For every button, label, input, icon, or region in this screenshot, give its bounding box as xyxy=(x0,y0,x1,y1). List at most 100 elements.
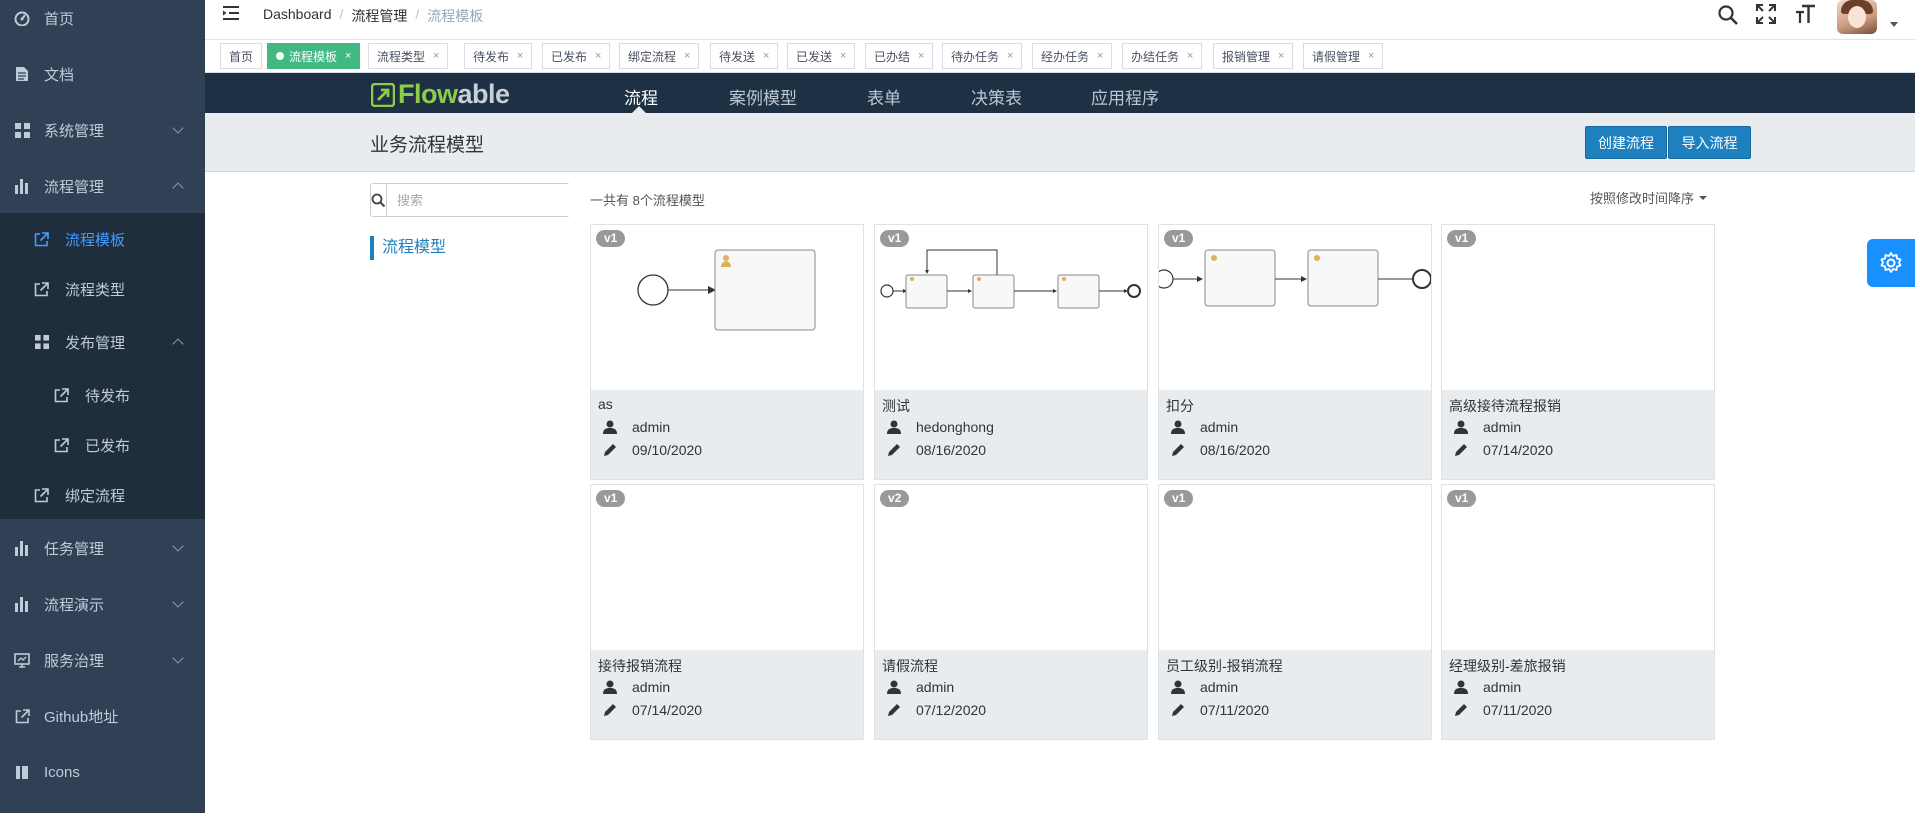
tag-label: 流程模板 xyxy=(289,49,338,64)
model-card[interactable]: v1 员工级别-报销流程 admin 07/11/2020 xyxy=(1158,484,1432,740)
sidebar-item-service-gov[interactable]: 服务治理 xyxy=(0,632,205,688)
breadcrumb-current: 流程模板 xyxy=(427,8,484,24)
sidebar-item-github[interactable]: Github地址 xyxy=(0,688,205,744)
sidebar-item-home[interactable]: 首页 xyxy=(0,0,205,46)
model-user: admin xyxy=(632,679,671,695)
close-icon[interactable]: × xyxy=(918,50,924,62)
close-icon[interactable]: × xyxy=(840,50,846,62)
tag-to-send[interactable]: 待发送 × xyxy=(710,43,779,69)
flowable-nav-forms[interactable]: 表单 xyxy=(867,84,901,109)
sidebar-item-pending-publish[interactable]: 待发布 xyxy=(0,369,205,421)
close-icon[interactable]: × xyxy=(763,50,769,62)
search-input[interactable] xyxy=(387,184,573,216)
search-icon[interactable] xyxy=(1717,4,1739,26)
sidebar-item-label: 已发布 xyxy=(85,437,131,455)
tag-label: 绑定流程 xyxy=(628,49,677,64)
version-badge: v1 xyxy=(1447,490,1477,507)
tag-handled-tasks[interactable]: 经办任务 × xyxy=(1032,43,1113,69)
fullscreen-icon[interactable] xyxy=(1756,4,1776,24)
sidebar-item-icons[interactable]: Icons xyxy=(0,744,205,800)
filter-process-models[interactable]: 流程模型 xyxy=(370,236,446,260)
model-card[interactable]: v1 扣分 admin 08/16/2020 xyxy=(1158,224,1432,480)
model-modified: 07/14/2020 xyxy=(602,702,702,718)
sidebar-item-flow-type[interactable]: 流程类型 xyxy=(0,263,205,315)
external-link-icon xyxy=(33,281,50,298)
tag-todo-tasks[interactable]: 待办任务 × xyxy=(942,43,1023,69)
model-owner: hedonghong xyxy=(886,419,994,435)
flowable-logo[interactable]: Flowable xyxy=(371,79,510,110)
model-card[interactable]: v1 高级接待流程报销 admin 07/14/2020 xyxy=(1441,224,1715,480)
sidebar-item-bind-flow[interactable]: 绑定流程 xyxy=(0,469,205,521)
model-card[interactable]: v1 经理级别-差旅报销 admin 07/11/2020 xyxy=(1441,484,1715,740)
model-user: admin xyxy=(1483,679,1522,695)
sidebar-item-label: 流程演示 xyxy=(44,596,105,614)
avatar[interactable] xyxy=(1837,0,1877,34)
flowable-nav-case-model[interactable]: 案例模型 xyxy=(729,84,797,109)
close-icon[interactable]: × xyxy=(1097,50,1103,62)
model-card[interactable]: v1 as admin 09/10/2020 xyxy=(590,224,864,480)
caret-down-icon[interactable] xyxy=(1890,22,1898,27)
tag-home[interactable]: 首页 xyxy=(220,43,263,69)
sidebar-item-publish-mgmt[interactable]: 发布管理 xyxy=(0,316,205,368)
bar-chart-icon xyxy=(13,177,31,195)
close-icon[interactable]: × xyxy=(1187,50,1193,62)
close-icon[interactable]: × xyxy=(595,50,601,62)
model-owner: admin xyxy=(602,419,670,435)
close-icon[interactable]: × xyxy=(345,50,351,62)
page-header: 业务流程模型 创建流程 导入流程 xyxy=(205,113,1915,172)
tag-bind-flow[interactable]: 绑定流程 × xyxy=(619,43,700,69)
close-icon[interactable]: × xyxy=(1007,50,1013,62)
search-box xyxy=(370,183,573,217)
pencil-icon xyxy=(602,702,618,718)
import-flow-button[interactable]: 导入流程 xyxy=(1668,126,1751,159)
tag-done-tasks[interactable]: 办结任务 × xyxy=(1122,43,1203,69)
sidebar-item-flow-template[interactable]: 流程模板 xyxy=(0,213,205,265)
pencil-icon xyxy=(1170,702,1186,718)
model-modified: 07/11/2020 xyxy=(1453,702,1552,718)
model-card[interactable]: v1 接待报销流程 admin 07/14/2020 xyxy=(590,484,864,740)
tag-leave-mgmt[interactable]: 请假管理 × xyxy=(1303,43,1384,69)
sidebar-item-published[interactable]: 已发布 xyxy=(0,419,205,471)
user-icon xyxy=(1453,679,1469,695)
model-card[interactable]: v1 测试 hedonghong 08/16/2020 xyxy=(874,224,1148,480)
hamburger-icon[interactable] xyxy=(222,5,240,21)
breadcrumb-item[interactable]: Dashboard xyxy=(263,6,332,26)
flowable-nav-apps[interactable]: 应用程序 xyxy=(1091,84,1159,109)
pencil-icon xyxy=(1453,702,1469,718)
sidebar-item-flow-mgmt[interactable]: 流程管理 xyxy=(0,158,205,214)
external-link-icon xyxy=(33,231,50,248)
sidebar-item-docs[interactable]: 文档 xyxy=(0,46,205,102)
tag-reimburse-mgmt[interactable]: 报销管理 × xyxy=(1213,43,1294,69)
sidebar-item-task-mgmt[interactable]: 任务管理 xyxy=(0,520,205,576)
tag-sent[interactable]: 已发送 × xyxy=(787,43,856,69)
breadcrumb-item[interactable]: 流程管理 xyxy=(351,6,407,26)
model-name: as xyxy=(598,396,613,412)
model-info: 经理级别-差旅报销 admin 07/11/2020 xyxy=(1442,650,1714,739)
tag-published[interactable]: 已发布 × xyxy=(542,43,611,69)
model-modified: 08/16/2020 xyxy=(1170,442,1270,458)
close-icon[interactable]: × xyxy=(1278,50,1284,62)
tag-flow-type[interactable]: 流程类型 × xyxy=(368,43,449,69)
sidebar-item-flow-demo[interactable]: 流程演示 xyxy=(0,576,205,632)
sort-dropdown[interactable]: 按照修改时间降序 xyxy=(1590,188,1708,207)
settings-button[interactable] xyxy=(1867,239,1915,287)
tags-view: 首页 流程模板 × 流程类型 × 待发布 × 已发布 × 绑定流程 × 待发送 × 已发送 ×… xyxy=(205,40,1915,73)
create-flow-button[interactable]: 创建流程 xyxy=(1585,126,1667,159)
tag-completed[interactable]: 已办结 × xyxy=(865,43,934,69)
sidebar-item-system[interactable]: 系统管理 xyxy=(0,102,205,158)
model-user: admin xyxy=(632,419,671,435)
flowable-nav-decision-table[interactable]: 决策表 xyxy=(971,84,1022,109)
close-icon[interactable]: × xyxy=(1368,50,1374,62)
close-icon[interactable]: × xyxy=(433,50,439,62)
version-badge: v2 xyxy=(880,490,910,507)
tag-pending-publish[interactable]: 待发布 × xyxy=(464,43,533,69)
tag-flow-template[interactable]: 流程模板 × xyxy=(267,43,361,69)
version-badge: v1 xyxy=(1164,490,1194,507)
search-button[interactable] xyxy=(371,184,387,216)
model-card[interactable]: v2 请假流程 admin 07/12/2020 xyxy=(874,484,1148,740)
user-icon xyxy=(602,419,618,435)
sidebar-item-label: 系统管理 xyxy=(44,122,105,140)
close-icon[interactable]: × xyxy=(684,50,690,62)
close-icon[interactable]: × xyxy=(517,50,523,62)
text-size-icon[interactable] xyxy=(1795,4,1817,24)
